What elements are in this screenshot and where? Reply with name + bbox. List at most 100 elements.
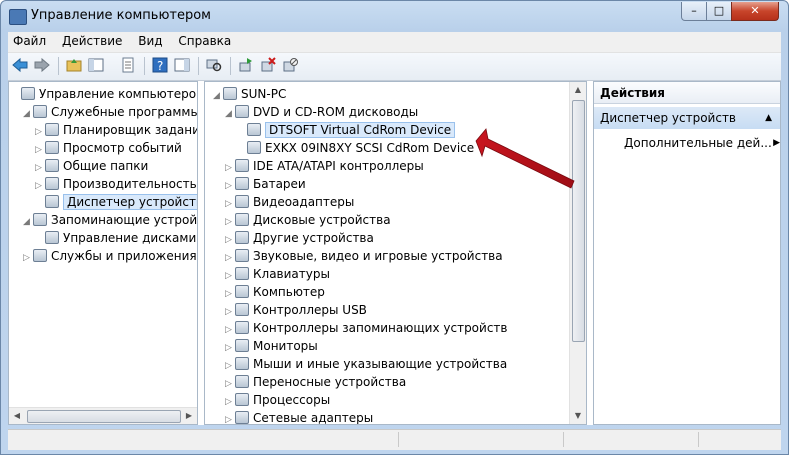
uninstall-device-icon[interactable] <box>260 57 276 73</box>
update-driver-icon[interactable] <box>238 57 254 73</box>
console-tree-item[interactable]: Диспетчер устройств <box>35 193 197 211</box>
expand-arrow-icon[interactable]: ▷ <box>225 411 235 424</box>
toolbar-separator <box>144 57 145 75</box>
collapse-arrow-icon[interactable]: ◢ <box>23 105 33 123</box>
more-actions-item[interactable]: Дополнительные дей... ▶ <box>624 134 780 152</box>
menu-view[interactable]: Вид <box>133 32 167 50</box>
collapse-arrow-icon[interactable]: ◢ <box>225 105 235 123</box>
other-devices-icon <box>235 231 249 244</box>
device-tree-item[interactable]: ▷ Клавиатуры <box>225 265 330 283</box>
console-tree-item[interactable]: Управление дисками <box>35 229 196 247</box>
vertical-scrollbar[interactable]: ▲ ▼ <box>569 82 586 424</box>
forward-arrow-icon[interactable] <box>34 57 50 73</box>
maximize-button[interactable]: □ <box>706 2 732 21</box>
scrollbar-thumb[interactable] <box>27 410 181 423</box>
device-tree-item[interactable]: ▷ Сетевые адаптеры <box>225 409 373 424</box>
collapse-up-icon[interactable]: ▲ <box>765 107 772 129</box>
computer-management-icon <box>9 9 27 25</box>
portable-device-icon <box>235 375 249 388</box>
console-tree-item[interactable]: ◢ Запоминающие устройст <box>23 211 197 231</box>
device-tree-item[interactable]: ▷ Контроллеры запоминающих устройств <box>225 319 507 337</box>
device-tree-label: SUN-PC <box>241 87 287 101</box>
console-tree-item[interactable]: ◢ Служебные программы <box>23 103 197 123</box>
minimize-button[interactable]: – <box>681 2 707 21</box>
device-tree-label: Дисковые устройства <box>253 213 391 227</box>
dvd-drive-icon <box>235 105 249 118</box>
actions-header: Действия <box>594 82 780 104</box>
keyboard-icon <box>235 267 249 280</box>
device-tree-item[interactable]: ◢ SUN-PC <box>213 85 286 103</box>
horizontal-scrollbar[interactable]: ◀ ▶ <box>9 407 197 424</box>
device-tree-item[interactable]: ▷ Мыши и иные указывающие устройства <box>225 355 507 373</box>
device-tree-label: Контроллеры USB <box>253 303 367 317</box>
sound-icon <box>235 249 249 262</box>
battery-icon <box>235 177 249 190</box>
title-bar[interactable]: Управление компьютером – □ ✕ <box>1 1 788 31</box>
menu-action[interactable]: Действие <box>57 32 127 50</box>
event-viewer-icon <box>45 141 59 154</box>
scroll-left-icon[interactable]: ◀ <box>9 408 25 424</box>
scan-hardware-icon[interactable] <box>206 57 222 73</box>
toolbar: ? <box>8 53 781 81</box>
device-tree-item[interactable]: ▷ Батареи <box>225 175 306 193</box>
device-tree-item[interactable]: ▷ Другие устройства <box>225 229 374 247</box>
console-tree-item[interactable]: Управление компьютером (л <box>11 85 197 103</box>
console-tree-pane: ◀ ▶ Управление компьютером (л ◢ Служебные … <box>8 81 198 425</box>
console-tree-item[interactable]: ▷ Просмотр событий <box>35 139 182 157</box>
console-tree-label: Планировщик заданий <box>63 123 198 137</box>
actions-pane: Действия Диспетчер устройств ▲ Дополните… <box>593 81 781 425</box>
device-tree-label: Клавиатуры <box>253 267 330 281</box>
device-tree-item[interactable]: ▷ Дисковые устройства <box>225 211 391 229</box>
actions-section-device-manager[interactable]: Диспетчер устройств ▲ <box>594 107 780 129</box>
collapse-arrow-icon[interactable]: ◢ <box>213 87 223 105</box>
scrollbar-thumb[interactable] <box>572 100 585 342</box>
scroll-down-icon[interactable]: ▼ <box>570 408 586 424</box>
menu-bar: Файл Действие Вид Справка <box>8 32 781 53</box>
device-manager-icon <box>45 195 59 208</box>
device-tree-label: EXKX 09IN8XY SCSI CdRom Device <box>265 141 475 155</box>
actions-section-label: Диспетчер устройств <box>600 111 737 125</box>
disk-management-icon <box>45 231 59 244</box>
device-tree-item[interactable]: ▷ Компьютер <box>225 283 325 301</box>
menu-file[interactable]: Файл <box>8 32 51 50</box>
console-tree-item[interactable]: ▷ Общие папки <box>35 157 148 175</box>
console-tree-label: Службы и приложения <box>51 249 197 263</box>
collapse-arrow-icon[interactable]: ◢ <box>23 213 33 231</box>
device-tree-item[interactable]: ◢ DVD и CD-ROM дисководы <box>225 103 418 121</box>
device-tree-item[interactable]: ▷ Переносные устройства <box>225 373 406 391</box>
device-tree-item[interactable]: ▷ Контроллеры USB <box>225 301 367 319</box>
scroll-up-icon[interactable]: ▲ <box>570 82 586 98</box>
device-tree-label: Мыши и иные указывающие устройства <box>253 357 508 371</box>
show-hide-action-pane-icon[interactable] <box>174 57 190 73</box>
scroll-right-icon[interactable]: ▶ <box>181 408 197 424</box>
expand-arrow-icon[interactable]: ▷ <box>23 249 33 267</box>
device-tree-item[interactable]: ▷ Видеоадаптеры <box>225 193 354 211</box>
device-tree-item[interactable]: EXKX 09IN8XY SCSI CdRom Device <box>237 139 474 157</box>
computer-management-icon <box>21 87 35 100</box>
device-tree-pane: ▲ ▼ ◢ SUN-PC ◢ DVD и CD-ROM дисководы DTSOFT… <box>204 81 587 425</box>
disable-device-icon[interactable] <box>282 57 298 73</box>
device-tree-item[interactable]: ▷ Звуковые, видео и игровые устройства <box>225 247 503 265</box>
back-arrow-icon[interactable] <box>12 57 28 73</box>
up-folder-icon[interactable] <box>66 57 82 73</box>
menu-help[interactable]: Справка <box>173 32 236 50</box>
device-tree-label: Переносные устройства <box>253 375 407 389</box>
console-tree-item[interactable]: ▷ Производительность <box>35 175 197 193</box>
mouse-icon <box>235 357 249 370</box>
help-icon[interactable]: ? <box>152 57 168 73</box>
close-button[interactable]: ✕ <box>731 2 779 21</box>
console-tree-label: Производительность <box>63 177 197 191</box>
disk-drive-icon <box>235 213 249 226</box>
console-tree-item[interactable]: ▷ Службы и приложения <box>23 247 197 265</box>
show-hide-tree-icon[interactable] <box>88 57 104 73</box>
device-tree-label: Процессоры <box>253 393 331 407</box>
device-tree-item[interactable]: ▷ Мониторы <box>225 337 318 355</box>
storage-controller-icon <box>235 321 249 334</box>
device-tree-item[interactable]: ▷ Процессоры <box>225 391 330 409</box>
device-tree-label: Другие устройства <box>253 231 374 245</box>
console-tree-item[interactable]: ▷ Планировщик заданий <box>35 121 198 139</box>
device-tree-item[interactable]: ▷ IDE ATA/ATAPI контроллеры <box>225 157 424 175</box>
properties-icon[interactable] <box>120 57 136 73</box>
device-tree-item[interactable]: DTSOFT Virtual CdRom Device <box>237 121 456 139</box>
content-area: ◀ ▶ Управление компьютером (л ◢ Служебные … <box>8 81 781 425</box>
